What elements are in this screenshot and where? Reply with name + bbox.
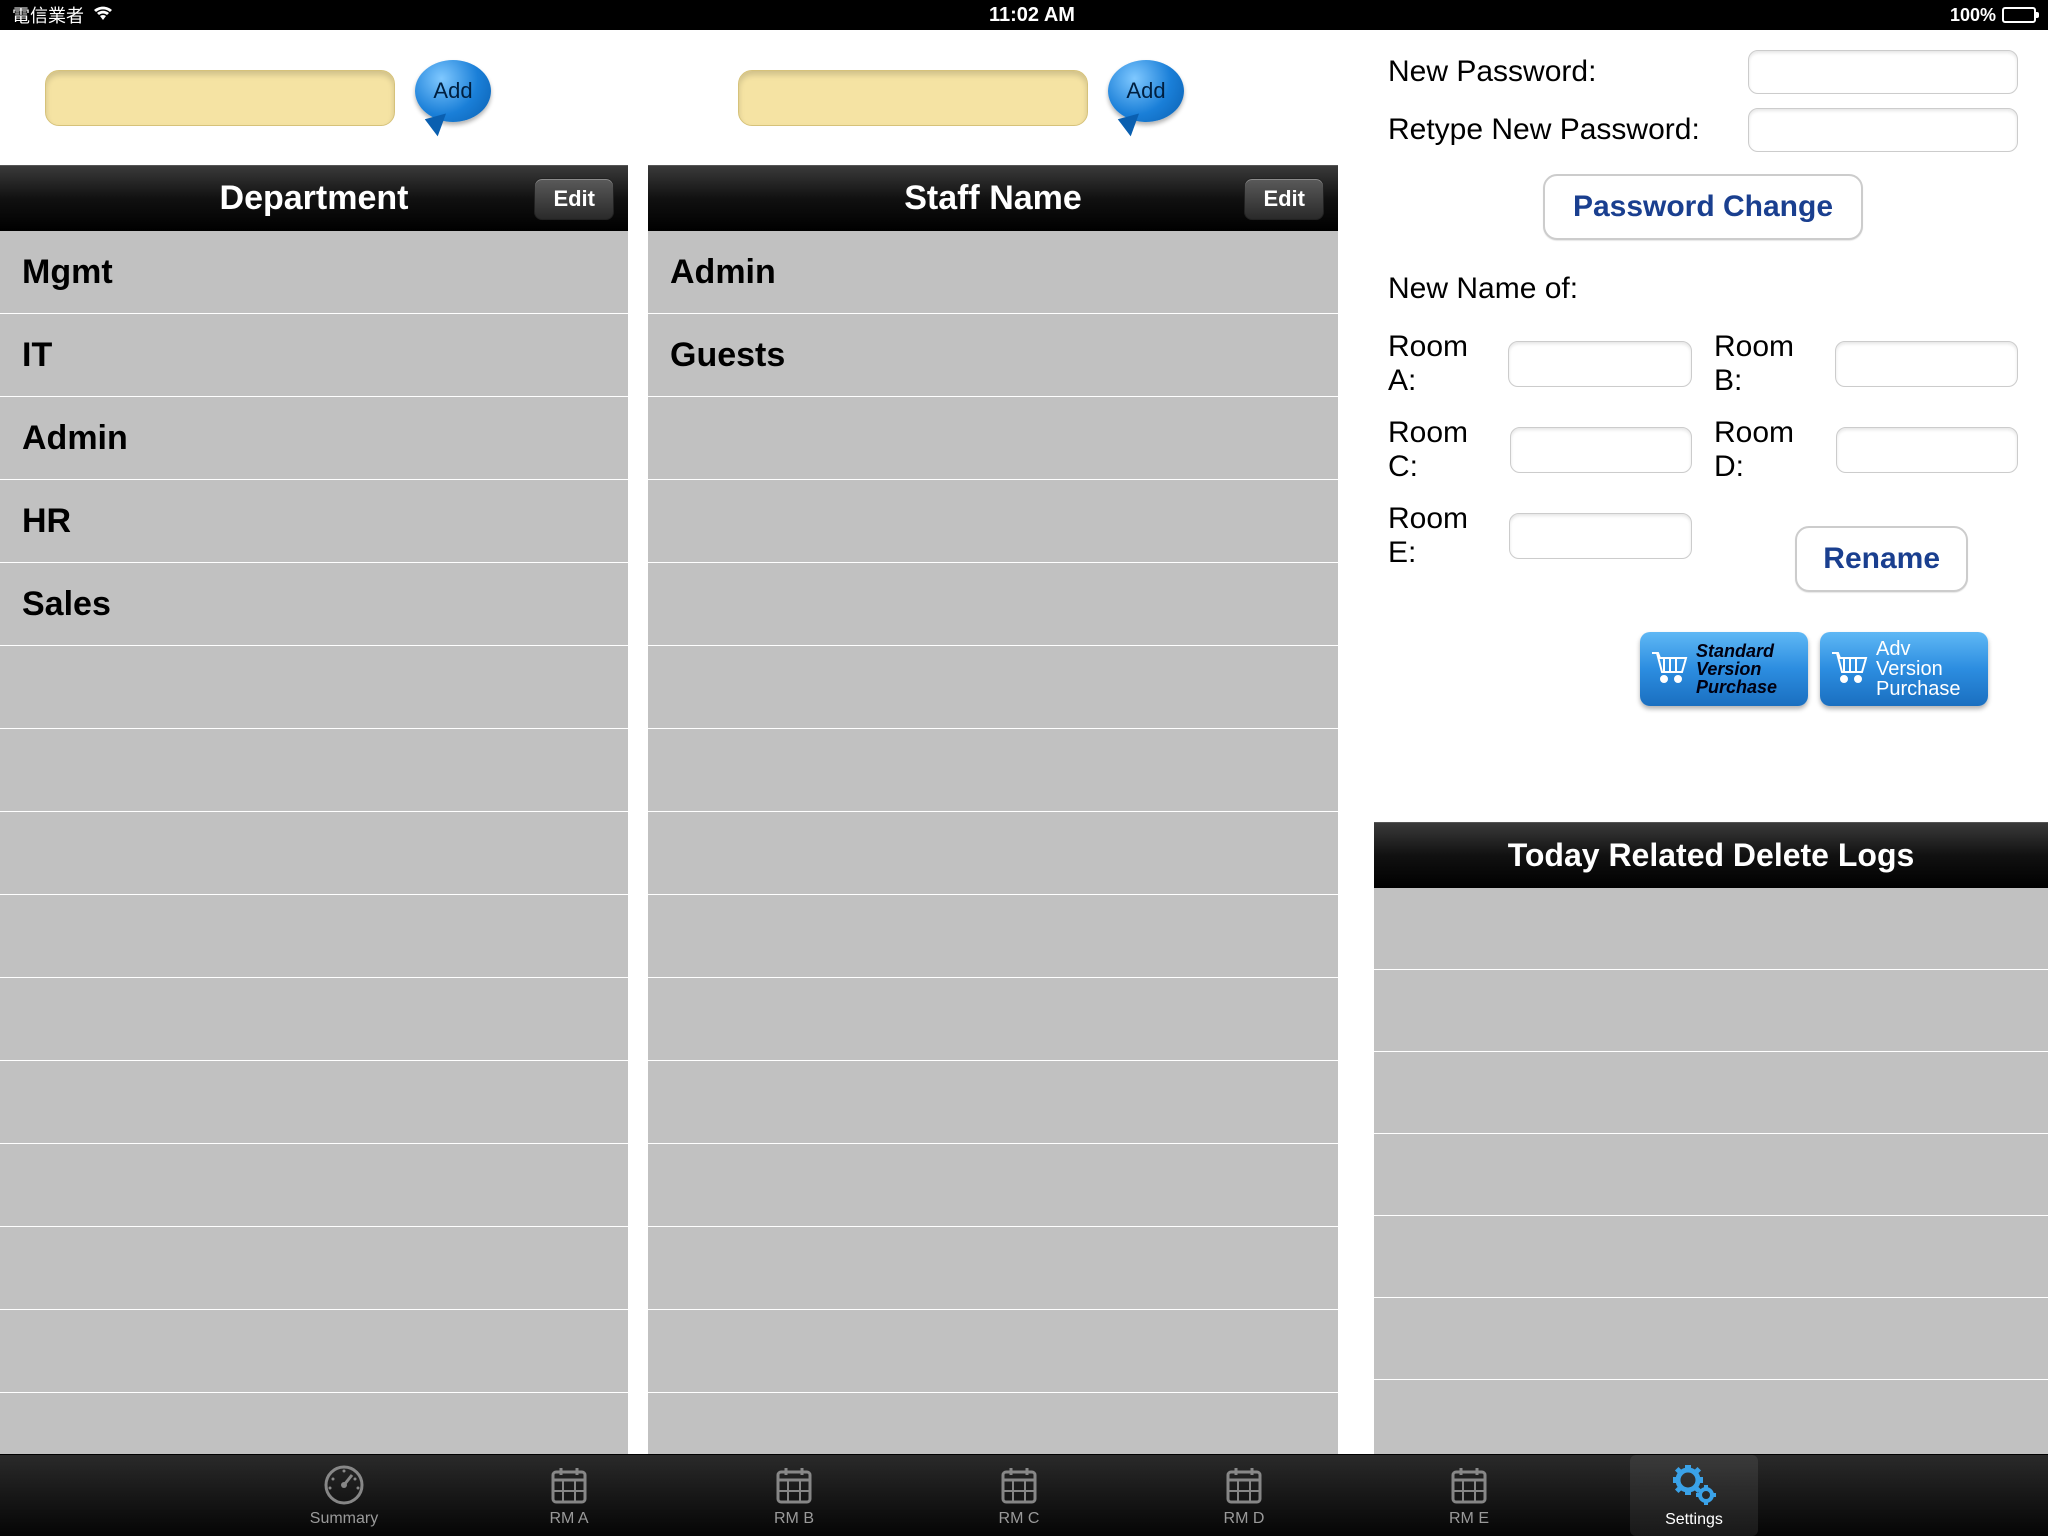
list-item xyxy=(1374,1216,2048,1298)
list-item xyxy=(0,1061,628,1144)
list-item xyxy=(0,978,628,1061)
list-item xyxy=(0,1227,628,1310)
room-d-label: Room D: xyxy=(1714,416,1830,484)
new-name-heading: New Name of: xyxy=(1388,272,2018,306)
room-c-input[interactable] xyxy=(1510,427,1692,473)
list-item xyxy=(648,397,1338,480)
list-item xyxy=(1374,1052,2048,1134)
wifi-icon xyxy=(92,5,114,26)
staff-panel: Add Staff Name Edit Admin Guests xyxy=(648,30,1338,1454)
retype-password-input[interactable] xyxy=(1748,108,2018,152)
battery-percent: 100% xyxy=(1950,5,1996,26)
staff-title: Staff Name xyxy=(904,179,1082,218)
tab-summary[interactable]: Summary xyxy=(280,1455,408,1536)
list-item xyxy=(648,1393,1338,1454)
list-item xyxy=(648,1310,1338,1393)
settings-panel: New Password: Retype New Password: Passw… xyxy=(1338,30,2048,1454)
list-item xyxy=(0,1310,628,1393)
adv-purchase-button[interactable]: AdvVersionPurchase xyxy=(1820,632,1988,706)
list-item xyxy=(0,895,628,978)
staff-add-input[interactable] xyxy=(738,70,1088,126)
staff-list: Admin Guests xyxy=(648,231,1338,1454)
logs-title: Today Related Delete Logs xyxy=(1508,837,1915,874)
list-item[interactable]: IT xyxy=(0,314,628,397)
new-password-label: New Password: xyxy=(1388,55,1748,89)
room-b-label: Room B: xyxy=(1714,330,1829,398)
list-item xyxy=(648,812,1338,895)
new-password-input[interactable] xyxy=(1748,50,2018,94)
tab-rm-c[interactable]: RM C xyxy=(955,1455,1083,1536)
calendar-icon xyxy=(1448,1464,1490,1506)
add-bubble-icon: Add xyxy=(415,60,491,122)
calendar-icon xyxy=(773,1464,815,1506)
list-item xyxy=(1374,1298,2048,1380)
list-item[interactable]: Sales xyxy=(0,563,628,646)
tab-rm-d[interactable]: RM D xyxy=(1180,1455,1308,1536)
list-item xyxy=(1374,970,2048,1052)
tab-rm-a[interactable]: RM A xyxy=(505,1455,633,1536)
clock: 11:02 AM xyxy=(989,4,1075,27)
list-item xyxy=(648,646,1338,729)
carrier-label: 電信業者 xyxy=(12,2,84,28)
department-header: Department Edit xyxy=(0,165,628,231)
status-bar: 電信業者 11:02 AM 100% xyxy=(0,0,2048,30)
list-item xyxy=(1374,1380,2048,1454)
room-b-input[interactable] xyxy=(1835,341,2018,387)
list-item xyxy=(648,729,1338,812)
list-item xyxy=(648,895,1338,978)
list-item xyxy=(648,1144,1338,1227)
add-staff-button[interactable]: Add xyxy=(1108,60,1188,136)
room-a-label: Room A: xyxy=(1388,330,1502,398)
calendar-icon xyxy=(1223,1464,1265,1506)
department-title: Department xyxy=(220,179,409,218)
department-edit-button[interactable]: Edit xyxy=(534,178,614,220)
list-item[interactable]: Mgmt xyxy=(0,231,628,314)
tab-settings[interactable]: Settings xyxy=(1630,1455,1758,1536)
list-item xyxy=(0,729,628,812)
password-change-button[interactable]: Password Change xyxy=(1543,174,1863,240)
cart-icon xyxy=(1830,649,1870,690)
room-d-input[interactable] xyxy=(1836,427,2018,473)
list-item[interactable]: Guests xyxy=(648,314,1338,397)
room-c-label: Room C: xyxy=(1388,416,1504,484)
cart-icon xyxy=(1650,649,1690,690)
list-item xyxy=(0,646,628,729)
tab-rm-b[interactable]: RM B xyxy=(730,1455,858,1536)
standard-purchase-button[interactable]: StandardVersionPurchase xyxy=(1640,632,1808,706)
logs-header: Today Related Delete Logs xyxy=(1374,822,2048,888)
department-list: Mgmt IT Admin HR Sales xyxy=(0,231,628,1454)
list-item xyxy=(1374,888,2048,970)
staff-edit-button[interactable]: Edit xyxy=(1244,178,1324,220)
list-item xyxy=(0,1144,628,1227)
department-add-input[interactable] xyxy=(45,70,395,126)
list-item[interactable]: Admin xyxy=(648,231,1338,314)
calendar-icon xyxy=(548,1464,590,1506)
retype-password-label: Retype New Password: xyxy=(1388,113,1748,147)
tab-rm-e[interactable]: RM E xyxy=(1405,1455,1533,1536)
rename-button[interactable]: Rename xyxy=(1795,526,1968,592)
add-department-button[interactable]: Add xyxy=(415,60,495,136)
add-bubble-icon: Add xyxy=(1108,60,1184,122)
gears-icon xyxy=(1670,1463,1718,1507)
list-item[interactable]: HR xyxy=(0,480,628,563)
list-item xyxy=(648,480,1338,563)
gauge-icon xyxy=(322,1464,366,1506)
list-item xyxy=(648,978,1338,1061)
staff-header: Staff Name Edit xyxy=(648,165,1338,231)
list-item xyxy=(648,1227,1338,1310)
battery-icon xyxy=(2002,7,2036,23)
list-item xyxy=(1374,1134,2048,1216)
tab-bar: Summary RM A RM B RM C RM D RM E xyxy=(0,1454,2048,1536)
list-item[interactable]: Admin xyxy=(0,397,628,480)
list-item xyxy=(648,1061,1338,1144)
list-item xyxy=(0,1393,628,1454)
calendar-icon xyxy=(998,1464,1040,1506)
department-panel: Add Department Edit Mgmt IT Admin HR Sal… xyxy=(0,30,628,1454)
logs-list xyxy=(1374,888,2048,1454)
list-item xyxy=(0,812,628,895)
list-item xyxy=(648,563,1338,646)
room-a-input[interactable] xyxy=(1508,341,1692,387)
